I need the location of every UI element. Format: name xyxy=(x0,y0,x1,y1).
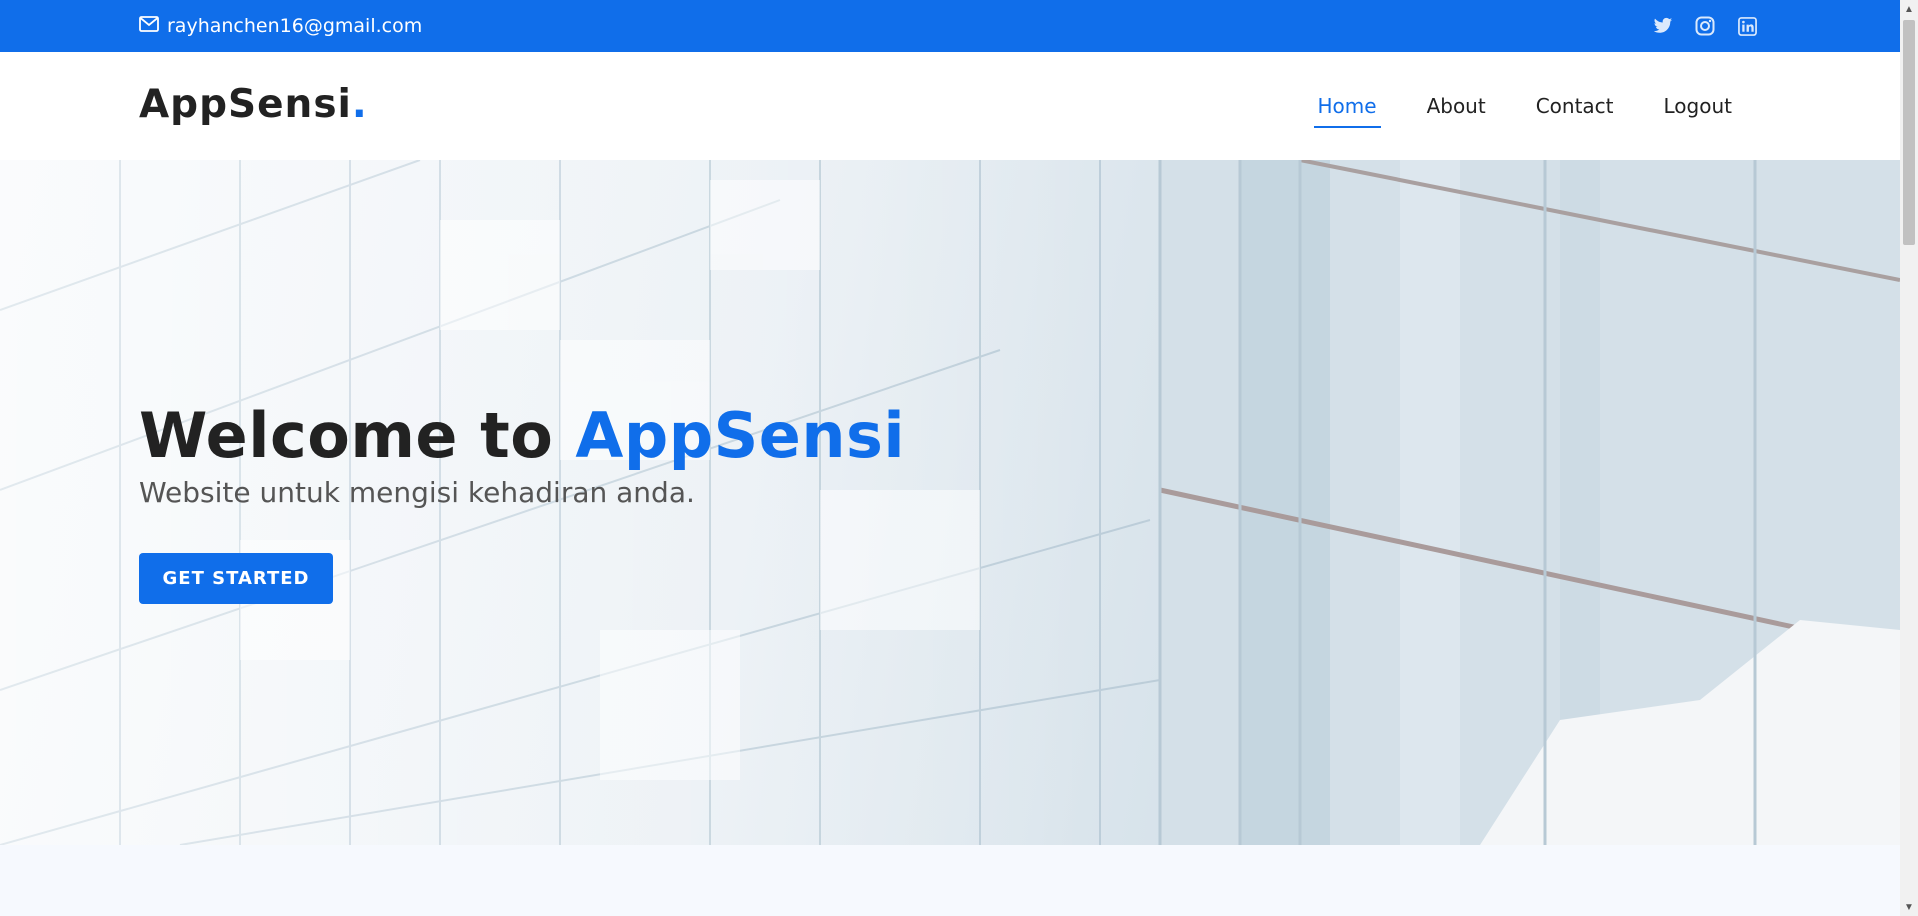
nav-home[interactable]: Home xyxy=(1313,86,1381,128)
hero-content: Welcome to AppSensi Website untuk mengis… xyxy=(139,400,905,604)
hero-subtitle: Website untuk mengisi kehadiran anda. xyxy=(139,476,695,509)
contact-email[interactable]: rayhanchen16@gmail.com xyxy=(139,0,422,52)
scrollbar-thumb[interactable] xyxy=(1903,20,1915,245)
top-bar: rayhanchen16@gmail.com xyxy=(0,0,1900,52)
get-started-button[interactable]: GET STARTED xyxy=(139,553,333,604)
social-links xyxy=(1652,0,1758,52)
nav-contact[interactable]: Contact xyxy=(1532,86,1618,126)
page-scrollbar[interactable]: ▲ ▼ xyxy=(1900,0,1918,916)
next-section xyxy=(0,845,1900,916)
logo-text: AppSensi xyxy=(139,82,352,127)
hero-title: Welcome to AppSensi xyxy=(139,400,905,472)
instagram-icon[interactable] xyxy=(1694,15,1716,37)
twitter-icon[interactable] xyxy=(1652,15,1674,37)
scroll-down-icon[interactable]: ▼ xyxy=(1900,898,1918,916)
envelope-icon xyxy=(139,15,159,37)
linkedin-icon[interactable] xyxy=(1736,15,1758,37)
logo-dot: . xyxy=(351,82,368,127)
email-text: rayhanchen16@gmail.com xyxy=(167,15,423,37)
nav-about[interactable]: About xyxy=(1423,86,1490,126)
hero-title-brand: AppSensi xyxy=(575,399,906,472)
site-logo[interactable]: AppSensi. xyxy=(139,82,368,127)
hero-title-prefix: Welcome to xyxy=(139,399,576,472)
hero-section: Welcome to AppSensi Website untuk mengis… xyxy=(0,160,1900,845)
nav-logout[interactable]: Logout xyxy=(1660,86,1736,126)
main-nav: Home About Contact Logout xyxy=(1313,52,1737,160)
site-header: AppSensi. Home About Contact Logout xyxy=(0,52,1900,160)
scroll-up-icon[interactable]: ▲ xyxy=(1900,0,1918,18)
